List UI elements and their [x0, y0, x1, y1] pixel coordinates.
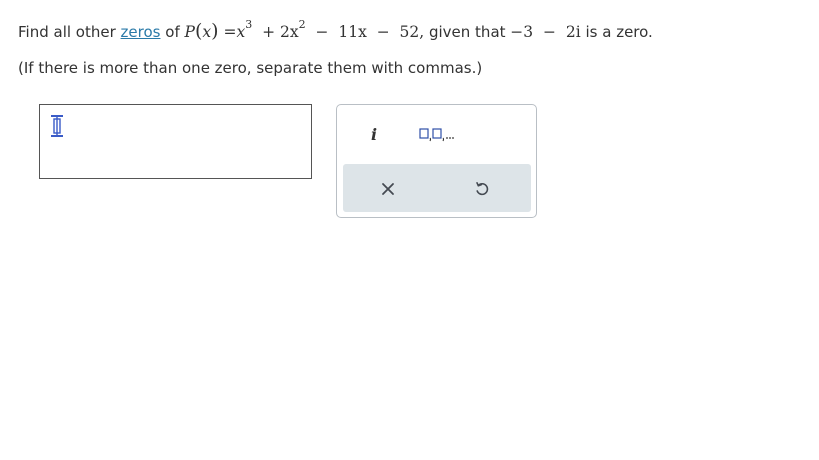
instruction-text: (If there is more than one zero, separat…	[18, 59, 483, 77]
question-prefix: Find all other	[18, 23, 116, 41]
zero-real-part: −3	[510, 23, 534, 41]
term-2x-squared: 2x	[280, 23, 299, 41]
reset-button[interactable]	[467, 174, 497, 204]
function-name: P	[184, 23, 195, 41]
exponent-3: 3	[245, 17, 253, 31]
question-suffix: is a zero.	[585, 23, 653, 41]
given-zero: −3 − 2i	[510, 23, 580, 41]
zero-imaginary-part: 2i	[565, 23, 581, 41]
term-constant: 52,	[399, 23, 425, 41]
toolbar-top-row: i	[337, 105, 536, 163]
equals-sign: =	[223, 23, 237, 41]
list-template-icon	[419, 128, 454, 142]
function-variable: x	[202, 23, 212, 41]
minus-sign: −	[376, 23, 390, 41]
clear-button[interactable]	[373, 174, 403, 204]
polynomial-expression: P(x) =x3 + 2x2 − 11x − 52,	[184, 17, 425, 42]
question-of: of	[165, 23, 180, 41]
zeros-link[interactable]: zeros	[121, 23, 161, 41]
undo-icon	[476, 182, 489, 196]
exponent-2: 2	[298, 17, 306, 31]
term-x-cubed: x	[236, 23, 246, 41]
list-template-button[interactable]	[413, 119, 465, 149]
answer-input[interactable]	[39, 104, 312, 179]
plus-sign: +	[262, 23, 276, 41]
question-given: given that	[428, 23, 506, 41]
input-cursor-icon	[51, 115, 63, 137]
term-11x: 11x	[338, 23, 367, 41]
close-icon	[382, 183, 394, 195]
toolbar-bottom-row	[343, 164, 531, 212]
imaginary-unit-button[interactable]: i	[359, 119, 389, 149]
math-toolbar: i	[336, 104, 537, 218]
question-text: Find all other zeros of P(x) =x3 + 2x2 −…	[18, 14, 653, 48]
minus-sign: −	[543, 23, 557, 41]
minus-sign: −	[315, 23, 329, 41]
